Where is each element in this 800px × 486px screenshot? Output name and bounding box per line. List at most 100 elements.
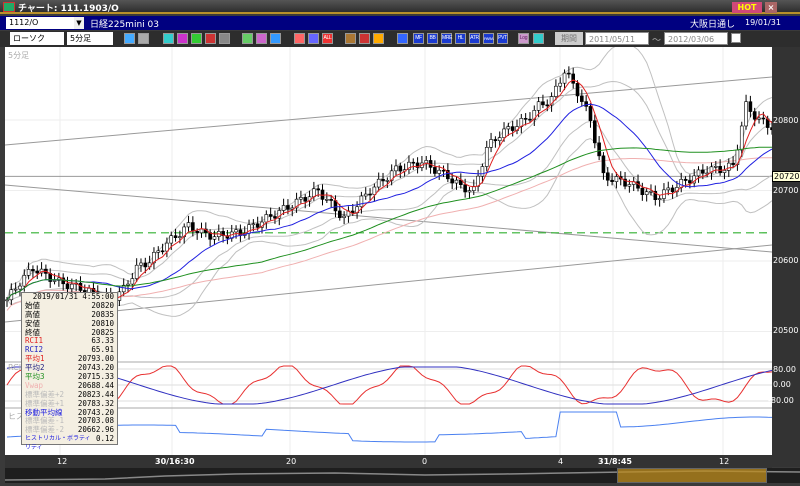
candle-body bbox=[437, 169, 442, 174]
candle-body bbox=[541, 101, 545, 106]
ma3-line bbox=[6, 146, 772, 301]
toolbar-b4-button[interactable] bbox=[205, 33, 216, 44]
toolbar-o2-button[interactable] bbox=[308, 33, 319, 44]
toolbar-pen-button[interactable] bbox=[359, 33, 370, 44]
interval-select[interactable]: 5分足 bbox=[67, 32, 113, 45]
toolbar-log-button[interactable]: Log bbox=[518, 33, 529, 44]
chart-type-value: ローソク bbox=[13, 34, 45, 43]
candle-body bbox=[234, 229, 238, 233]
candle-body bbox=[683, 179, 688, 181]
toolbar-para-button[interactable]: PARA bbox=[483, 33, 494, 44]
candle-body bbox=[178, 236, 182, 238]
rci-label: RCI bbox=[8, 363, 22, 372]
candle-body bbox=[605, 172, 610, 181]
time-tick: 4 bbox=[558, 457, 564, 466]
candle-body bbox=[160, 250, 165, 253]
price-tick: 20600 bbox=[773, 256, 799, 265]
candle-body bbox=[580, 95, 584, 102]
candle-body bbox=[454, 179, 459, 184]
candle-body bbox=[394, 165, 398, 172]
candle-body bbox=[731, 162, 735, 165]
candle-body bbox=[649, 191, 653, 193]
candle-body bbox=[714, 166, 718, 168]
date-to-input[interactable]: 2012/03/06 bbox=[664, 32, 728, 45]
candle-body bbox=[22, 275, 27, 287]
time-tick: 12 bbox=[719, 457, 730, 466]
candle-body bbox=[450, 178, 454, 184]
info-value: 0.12 bbox=[95, 434, 114, 444]
candle-body bbox=[359, 195, 364, 208]
toolbar-gear-button[interactable] bbox=[345, 33, 356, 44]
date-from-input[interactable]: 2011/05/11 bbox=[585, 32, 649, 45]
time-tick: 0 bbox=[422, 457, 428, 466]
toolbar-search-button[interactable] bbox=[124, 33, 135, 44]
period-checkbox[interactable] bbox=[731, 33, 741, 43]
toolbar-color-button[interactable] bbox=[373, 33, 384, 44]
candle-body bbox=[264, 214, 269, 223]
toolbar-draw-button[interactable] bbox=[242, 33, 253, 44]
toolbar-b5-button[interactable] bbox=[219, 33, 230, 44]
toolbar-hl-button[interactable]: HL bbox=[455, 33, 466, 44]
candle-body bbox=[169, 235, 174, 244]
scroll-thumb[interactable] bbox=[617, 468, 767, 483]
title-bar: チャート: 111.1903/O HOT × bbox=[0, 0, 800, 14]
toolbar-mf-button[interactable]: MF bbox=[413, 33, 424, 44]
candle-body bbox=[312, 188, 316, 198]
chart-svg[interactable] bbox=[4, 43, 774, 455]
candle-body bbox=[130, 278, 135, 285]
toolbar-arrow-button[interactable] bbox=[270, 33, 281, 44]
trend-line bbox=[4, 76, 773, 146]
candle-body bbox=[640, 187, 645, 195]
candle-body bbox=[329, 199, 333, 201]
candle-body bbox=[5, 299, 9, 302]
info-row: ヒストリカル・ボラティリティ 0.12 bbox=[22, 434, 117, 451]
instrument-bar: 日経225mini 03 大阪日通し 19/01/31 bbox=[0, 16, 800, 30]
candle-body bbox=[381, 178, 385, 182]
toolbar-atr-button[interactable]: ATR bbox=[469, 33, 480, 44]
period-button[interactable]: 期間 bbox=[555, 32, 583, 45]
code-input[interactable]: 1112/O bbox=[6, 17, 74, 29]
toolbar-all-button[interactable]: ALL bbox=[322, 33, 333, 44]
date-label: 19/01/31 bbox=[745, 18, 781, 27]
toolbar-export-button[interactable] bbox=[533, 33, 544, 44]
candle-body bbox=[528, 118, 532, 121]
candle-body bbox=[186, 222, 191, 228]
tilde: 〜 bbox=[652, 36, 662, 46]
overview-scrollbar[interactable] bbox=[4, 468, 800, 483]
toolbar-cursor-button[interactable] bbox=[256, 33, 267, 44]
candle-body bbox=[273, 216, 277, 219]
candle-body bbox=[212, 236, 217, 240]
time-axis: 12 30/16:30 20 0 4 31/8:45 12 bbox=[5, 455, 772, 468]
candle-body bbox=[424, 160, 429, 164]
chart-type-select[interactable]: ローソク bbox=[10, 32, 64, 45]
chevron-down-icon[interactable]: ▼ bbox=[74, 17, 84, 29]
toolbar-grid-button[interactable] bbox=[138, 33, 149, 44]
price-axis: 20800 20700 20600 20500 20720 80.00 0.00… bbox=[768, 47, 800, 467]
candle-body bbox=[739, 125, 744, 151]
toolbar-bb-button[interactable]: BB bbox=[427, 33, 438, 44]
window-title: チャート: 111.1903/O bbox=[18, 4, 119, 14]
price-tick: 20700 bbox=[773, 186, 799, 195]
toolbar-b2-button[interactable] bbox=[177, 33, 188, 44]
candle-body bbox=[325, 199, 329, 201]
candle-body bbox=[614, 176, 619, 182]
candle-body bbox=[744, 101, 748, 127]
chart-area[interactable]: 5分足 RCI ヒストリカル bbox=[4, 43, 774, 455]
close-button[interactable]: × bbox=[765, 2, 777, 13]
toolbar-b1-button[interactable] bbox=[163, 33, 174, 44]
toolbar-b3-button[interactable] bbox=[191, 33, 202, 44]
candle-body bbox=[601, 155, 606, 174]
time-tick: 12 bbox=[57, 457, 68, 466]
toolbar-mre-button[interactable]: MRE bbox=[441, 33, 453, 44]
candle-body bbox=[588, 106, 593, 121]
candle-body bbox=[143, 262, 148, 268]
band-plus2 bbox=[6, 43, 773, 300]
candle-body bbox=[506, 126, 511, 130]
toolbar: ローソク 5分足 ALL MF BB MRE HL ATR PARA PVT Log 期間 20… bbox=[0, 31, 800, 47]
toolbar-o1-button[interactable] bbox=[294, 33, 305, 44]
candle-body bbox=[597, 142, 601, 157]
hot-button[interactable]: HOT bbox=[732, 2, 762, 13]
toolbar-indicator-button[interactable] bbox=[397, 33, 408, 44]
toolbar-pvt-button[interactable]: PVT bbox=[497, 33, 508, 44]
price-tick: 20500 bbox=[773, 326, 799, 335]
